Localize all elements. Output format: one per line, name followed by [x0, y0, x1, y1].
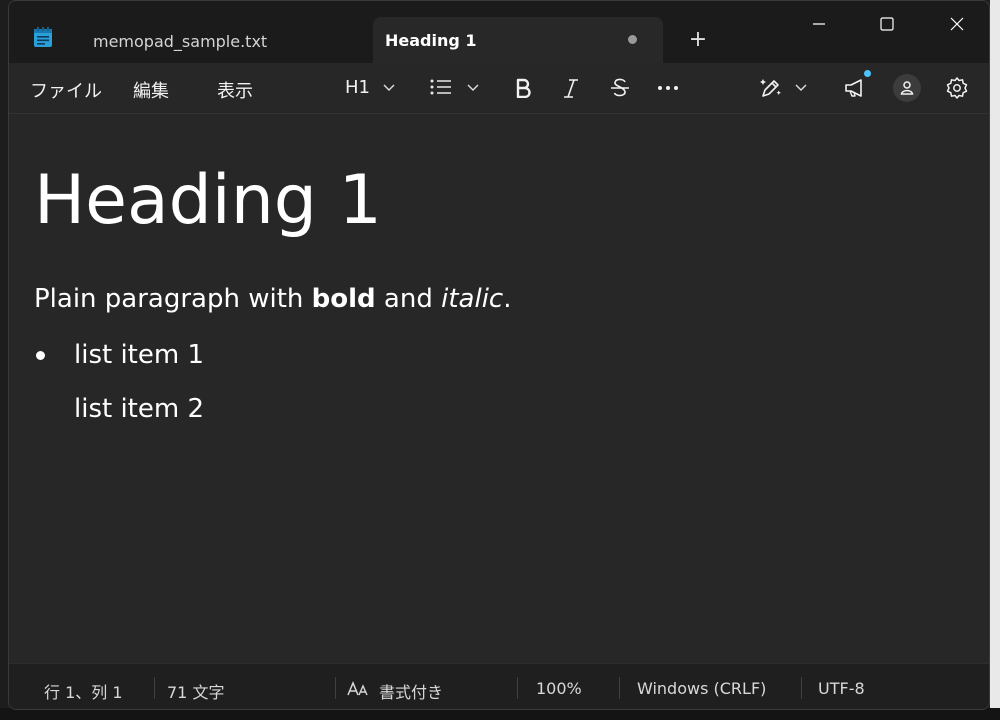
status-divider [335, 677, 336, 699]
ai-rewrite-dropdown[interactable] [757, 74, 813, 102]
italic-button[interactable] [557, 74, 585, 102]
chevron-down-icon [383, 84, 395, 91]
tab-label: memopad_sample.txt [93, 32, 268, 51]
notepad-app-icon [33, 26, 53, 48]
heading-level-label: H1 [345, 77, 370, 98]
status-divider [801, 677, 802, 699]
tab-label: Heading 1 [385, 31, 477, 50]
close-button[interactable] [923, 1, 989, 47]
paragraph-text: and [375, 284, 442, 314]
account-icon [900, 81, 914, 95]
status-divider [517, 677, 518, 699]
line-ending[interactable]: Windows (CRLF) [637, 679, 766, 698]
heading-level-dropdown[interactable]: H1 [345, 74, 401, 102]
settings-button[interactable] [943, 74, 971, 102]
paragraph-text: . [503, 284, 512, 314]
minimize-button[interactable] [785, 1, 853, 47]
document-paragraph: Plain paragraph with bold and italic. [34, 281, 511, 317]
paragraph-bold-text: bold [311, 284, 376, 314]
tab-memopad-sample[interactable]: memopad_sample.txt [79, 17, 369, 63]
format-label: 書式付き [379, 683, 444, 702]
zoom-level[interactable]: 100% [536, 679, 582, 698]
unsaved-dot-icon[interactable] [628, 35, 637, 44]
ai-pen-sparkle-icon [760, 79, 781, 97]
notepad-window: memopad_sample.txt Heading 1 + ファイル 編集 表… [8, 0, 990, 710]
character-count: 71 文字 [167, 683, 225, 702]
close-icon [950, 17, 964, 31]
more-icon [658, 86, 678, 90]
bulleted-list-icon [430, 79, 451, 95]
paragraph-text: Plain paragraph with [34, 284, 312, 314]
font-size-icon [347, 681, 368, 696]
minimize-icon [813, 23, 825, 25]
paragraph-italic-text: italic [441, 284, 504, 314]
menu-file[interactable]: ファイル [30, 77, 102, 103]
status-bar: 行 1、列 1 71 文字 書式付き 100% Windows (CRLF) U… [9, 663, 989, 709]
more-options-button[interactable] [654, 74, 682, 102]
document-heading: Heading 1 [34, 161, 382, 240]
whats-new-button[interactable] [841, 70, 873, 102]
tab-heading-1[interactable]: Heading 1 [373, 17, 663, 63]
account-button[interactable] [893, 74, 921, 102]
list-item: list item 2 [74, 394, 204, 424]
toolbar: ファイル 編集 表示 H1 [9, 63, 989, 114]
new-tab-button[interactable]: + [685, 29, 711, 55]
list-dropdown[interactable] [429, 74, 483, 102]
italic-icon [564, 79, 578, 98]
title-bar: memopad_sample.txt Heading 1 + [9, 1, 989, 63]
encoding[interactable]: UTF-8 [818, 679, 865, 698]
list-item: list item 1 [74, 340, 204, 370]
cursor-position: 行 1、列 1 [44, 683, 123, 702]
menu-edit[interactable]: 編集 [133, 77, 169, 103]
editor-area[interactable]: Heading 1 Plain paragraph with bold and … [9, 113, 989, 663]
chevron-down-icon [795, 84, 807, 91]
strikethrough-button[interactable] [606, 74, 634, 102]
status-divider [619, 677, 620, 699]
bold-icon [516, 78, 531, 98]
background-window [990, 0, 1000, 720]
notification-dot-icon [864, 70, 871, 77]
strikethrough-icon [611, 78, 629, 97]
list-bullet-icon [36, 351, 45, 360]
megaphone-icon [845, 79, 862, 97]
menu-view[interactable]: 表示 [217, 77, 253, 103]
format-toggle[interactable]: 書式付き [347, 676, 467, 702]
maximize-icon [880, 17, 894, 31]
status-divider [154, 677, 155, 699]
maximize-button[interactable] [853, 1, 921, 47]
bold-button[interactable] [509, 74, 537, 102]
chevron-down-icon [467, 84, 479, 91]
gear-icon [946, 77, 968, 99]
